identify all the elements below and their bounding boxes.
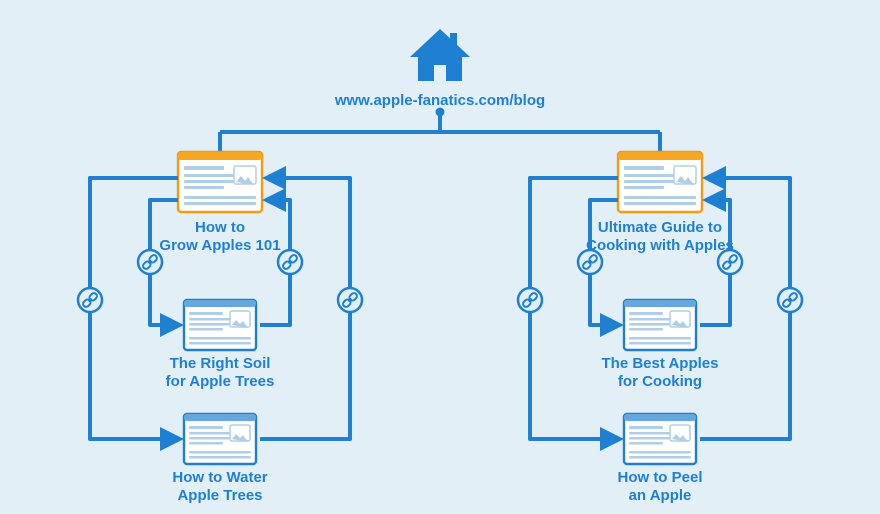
link-icon [518, 288, 542, 312]
left-sub-b-title-l2: Apple Trees [177, 487, 262, 504]
root-connector [220, 112, 660, 152]
link-icon [778, 288, 802, 312]
right-cornerstone-title-l2: Cooking with Apples [586, 237, 734, 254]
webpage-icon [184, 414, 256, 464]
link-icon [78, 288, 102, 312]
connector-right-outer-up [700, 178, 790, 439]
right-cornerstone-title-l1: Ultimate Guide to [598, 219, 722, 236]
webpage-icon [618, 152, 702, 212]
left-cornerstone-title-l1: How to [195, 219, 245, 236]
webpage-icon [624, 414, 696, 464]
left-sub-b-title-l1: How to Water [172, 469, 267, 486]
left-sub-a-title-l2: for Apple Trees [166, 373, 275, 390]
left-sub-a-title-l1: The Right Soil [170, 355, 271, 372]
link-icon [138, 250, 162, 274]
connector-left-outer-down [90, 178, 180, 439]
webpage-icon [624, 300, 696, 350]
right-sub-b-title-l2: an Apple [629, 487, 692, 504]
right-sub-b-title-l1: How to Peel [617, 469, 702, 486]
link-icon [718, 250, 742, 274]
house-icon [410, 29, 470, 81]
link-icon [578, 250, 602, 274]
webpage-icon [184, 300, 256, 350]
link-icon [338, 288, 362, 312]
connector-right-outer-down [530, 178, 620, 439]
root-url: www.apple-fanatics.com/blog [334, 92, 545, 109]
right-sub-a-title-l2: for Cooking [618, 373, 702, 390]
right-sub-a-title-l1: The Best Apples [602, 355, 719, 372]
webpage-icon [178, 152, 262, 212]
link-icon [278, 250, 302, 274]
left-cornerstone-title-l2: Grow Apples 101 [159, 237, 280, 254]
connector-left-outer-up [260, 178, 350, 439]
